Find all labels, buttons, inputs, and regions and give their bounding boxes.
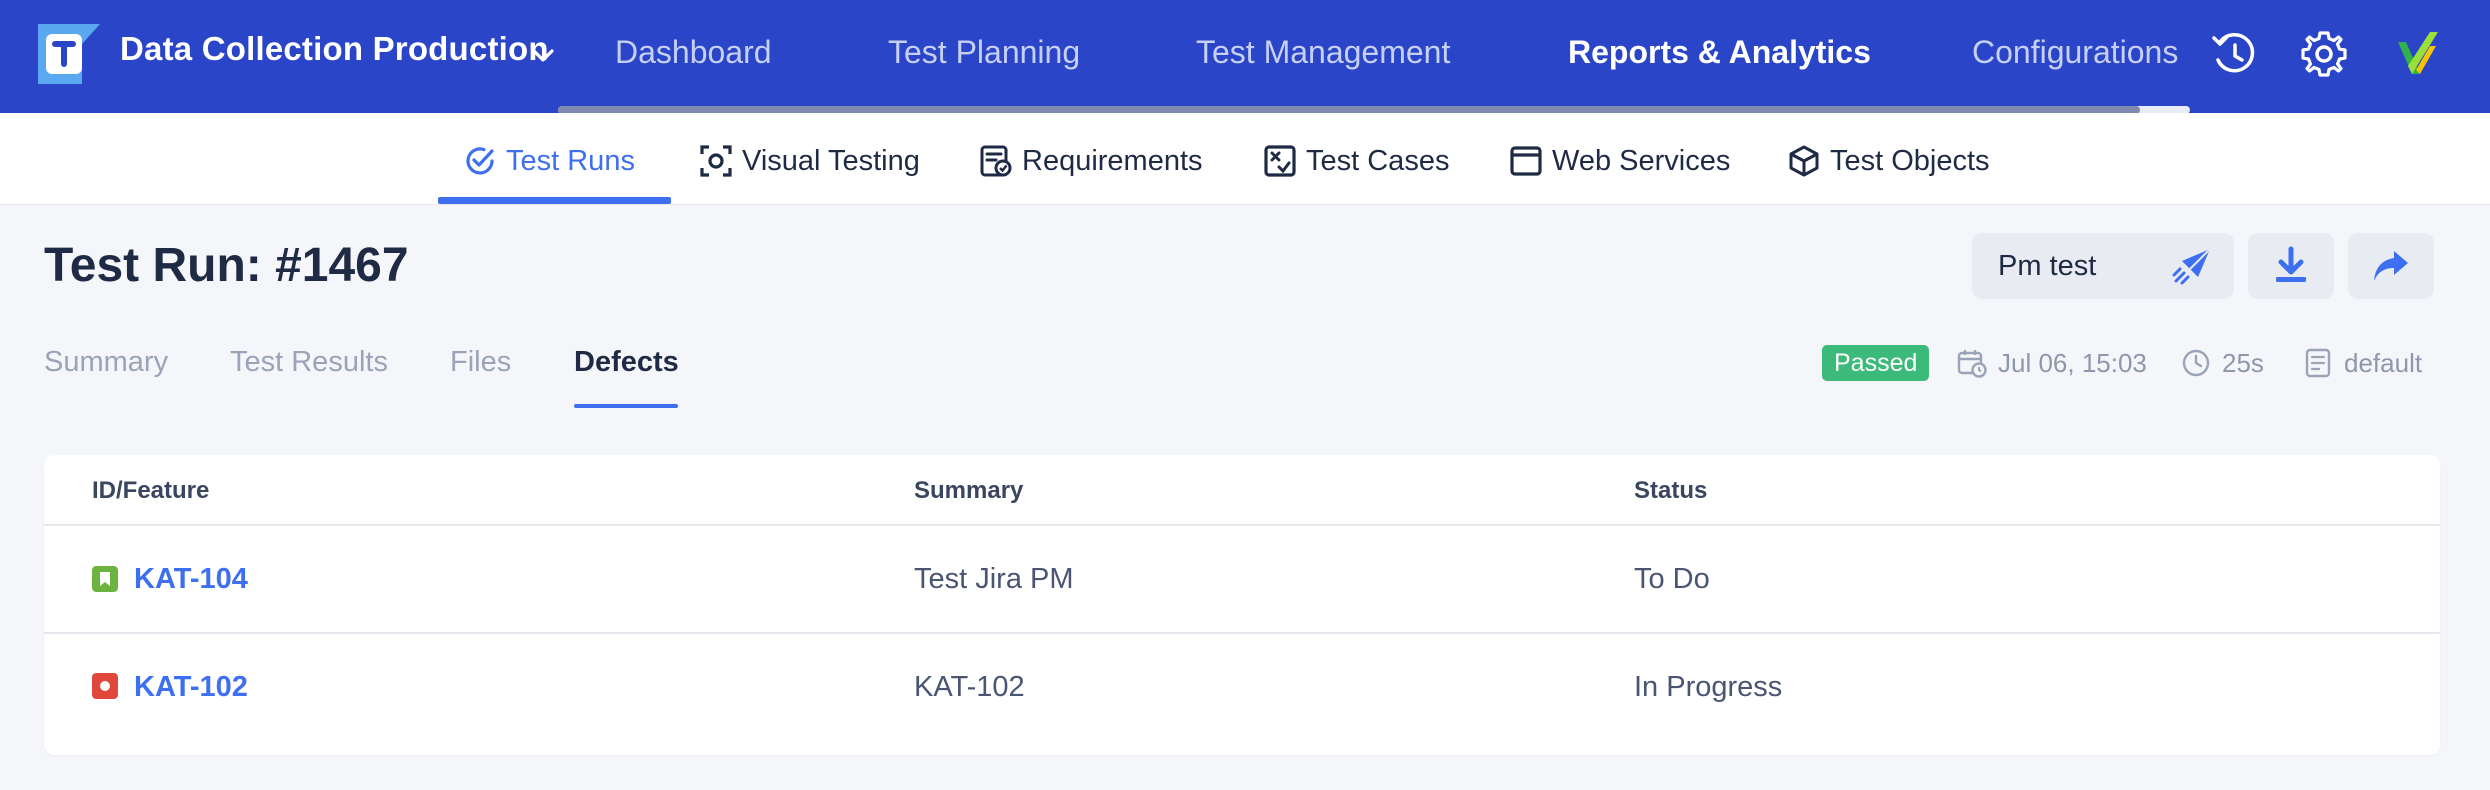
story-issue-icon (92, 566, 118, 592)
bug-issue-icon (92, 673, 118, 699)
send-paper-plane-icon (2172, 248, 2211, 285)
testops-logo-icon[interactable] (38, 24, 100, 84)
defect-status: In Progress (1634, 671, 1783, 703)
clock-icon (2182, 349, 2210, 377)
calendar-clock-icon (1957, 350, 1987, 378)
nav-reports-analytics[interactable]: Reports & Analytics (1568, 34, 1871, 71)
download-icon (2276, 246, 2306, 282)
tab-summary[interactable]: Summary (44, 346, 168, 379)
run-button-label: Pm test (1998, 250, 2097, 282)
defect-summary: KAT-102 (914, 671, 1025, 703)
share-arrow-icon (2374, 251, 2408, 281)
defect-status: To Do (1634, 563, 1710, 595)
subtab-requirements[interactable]: Requirements (978, 140, 1203, 182)
subtab-visual-testing[interactable]: Visual Testing (698, 140, 920, 182)
app-logo-icon[interactable] (2390, 26, 2446, 82)
project-name[interactable]: Data Collection Production (120, 30, 549, 68)
run-date: Jul 06, 15:03 (1956, 345, 2147, 381)
page-title: Test Run: #1467 (44, 239, 409, 292)
run-date-value: Jul 06, 15:03 (1998, 347, 2147, 378)
table-row-divider (44, 632, 2440, 634)
tab-test-results[interactable]: Test Results (230, 346, 388, 379)
gear-icon[interactable] (2296, 26, 2352, 82)
chevron-down-icon[interactable] (528, 40, 558, 70)
column-header-summary[interactable]: Summary (914, 477, 1023, 505)
sub-navigation (0, 113, 2490, 205)
subtab-test-cases[interactable]: Test Cases (1262, 140, 1449, 182)
check-circle-icon (466, 147, 494, 175)
nav-configurations[interactable]: Configurations (1972, 34, 2178, 71)
download-button[interactable] (2248, 233, 2334, 299)
subtab-label: Web Services (1552, 144, 1731, 177)
defects-table (44, 455, 2440, 755)
subtab-label: Test Runs (506, 144, 635, 177)
active-subtab-indicator (438, 197, 671, 204)
tab-defects[interactable]: Defects (574, 346, 679, 379)
document-list-icon (2305, 348, 2331, 378)
camera-frame-icon (700, 145, 732, 177)
run-duration: 25s (2180, 345, 2264, 381)
subtab-label: Test Objects (1830, 144, 1990, 177)
nav-test-management[interactable]: Test Management (1196, 34, 1450, 71)
run-duration-value: 25s (2222, 347, 2264, 378)
run-plan-button[interactable]: Pm test (1972, 233, 2234, 299)
cube-icon (1789, 145, 1819, 177)
active-tab-indicator (574, 404, 678, 408)
share-button[interactable] (2348, 233, 2434, 299)
table-header-divider (44, 524, 2440, 526)
subtab-label: Test Cases (1306, 144, 1450, 177)
history-icon[interactable] (2206, 26, 2262, 82)
defect-id-link[interactable]: KAT-102 (134, 671, 248, 704)
defect-id-link[interactable]: KAT-104 (134, 563, 248, 596)
defect-summary: Test Jira PM (914, 563, 1074, 595)
browser-window-icon (1510, 146, 1542, 176)
test-cases-icon (1264, 145, 1296, 177)
subtab-web-services[interactable]: Web Services (1508, 140, 1730, 182)
column-header-status[interactable]: Status (1634, 477, 1707, 505)
subtab-test-objects[interactable]: Test Objects (1786, 140, 1990, 182)
status-badge: Passed (1822, 345, 1930, 381)
run-profile-value: default (2344, 347, 2423, 378)
requirements-icon (980, 145, 1012, 177)
nav-test-planning[interactable]: Test Planning (888, 34, 1080, 71)
subtab-test-runs[interactable]: Test Runs (462, 140, 635, 182)
subtab-label: Requirements (1022, 144, 1203, 177)
nav-dashboard[interactable]: Dashboard (615, 34, 772, 71)
run-profile: default (2302, 345, 2422, 381)
tab-files[interactable]: Files (450, 346, 511, 379)
subtab-label: Visual Testing (742, 144, 920, 177)
column-header-id-feature[interactable]: ID/Feature (92, 477, 209, 505)
